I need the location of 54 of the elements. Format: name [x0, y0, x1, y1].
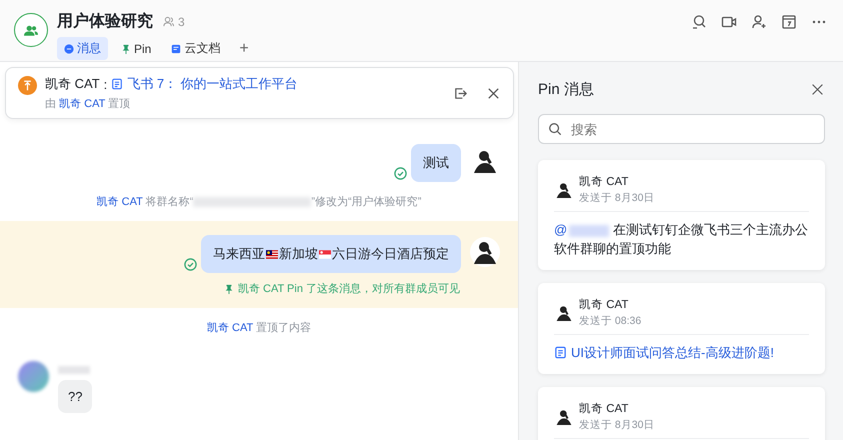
tab[interactable]: 云文档: [164, 37, 228, 60]
sender-name: 凯奇 CAT: [579, 402, 630, 416]
document-link[interactable]: UI设计师面试问答总结-高级进阶题!: [571, 343, 774, 362]
pinned-banner[interactable]: 凯奇 CAT : 飞书 7： 你的一站式工作平台 由 凯奇 CAT 置顶: [5, 67, 514, 119]
panel-title: Pin 消息: [538, 80, 594, 99]
sender-name: 凯奇 CAT: [579, 174, 630, 189]
close-icon[interactable]: [486, 86, 501, 100]
pin-badge-icon: [18, 76, 37, 95]
members-icon: [163, 16, 174, 27]
close-icon[interactable]: [811, 83, 824, 96]
system-notice: 凯奇 CAT 置顶了内容: [206, 320, 312, 335]
search-icon[interactable]: [691, 14, 707, 30]
flag-icon: [266, 250, 278, 258]
group-title: 用户体验研究: [57, 11, 153, 32]
document-link[interactable]: 飞书 7： 你的一站式工作平台: [127, 75, 298, 93]
send-time: 发送于 08:36: [579, 314, 642, 328]
send-time: 发送于 8月30日: [579, 418, 654, 432]
chat-bubble-icon: [64, 44, 74, 54]
document-icon: [111, 78, 124, 90]
pin-card[interactable]: 凯奇 CAT 发送于 8月30日 @ 在测试钉钉企微飞书三个主流办公软件群聊的置顶功能: [538, 160, 825, 270]
member-count: 3: [178, 14, 185, 28]
pin-notice: 凯奇 CAT Pin 了这条消息，对所有群成员可见: [238, 282, 460, 296]
tab[interactable]: 消息: [57, 37, 108, 60]
flag-icon: [319, 250, 331, 258]
message-text: 新加坡: [279, 245, 318, 263]
document-icon: [554, 346, 567, 359]
tab[interactable]: Pin: [114, 38, 158, 58]
sender-name: 凯奇 CAT: [579, 298, 630, 312]
message-text: 六日游今日酒店预定: [332, 245, 449, 263]
calendar-icon[interactable]: [781, 14, 797, 30]
message-text: 马来西亚: [213, 245, 265, 263]
pin-card[interactable]: 凯奇 CAT 发送于 8月30日: [538, 387, 825, 440]
send-time: 发送于 8月30日: [579, 191, 654, 205]
pinned-by-text: 由 凯奇 CAT 置顶: [45, 97, 132, 111]
person-avatar: [470, 237, 500, 267]
blurred-avatar: [18, 361, 49, 392]
jump-to-icon[interactable]: [453, 86, 468, 100]
add-tab-button[interactable]: +: [233, 40, 255, 58]
system-notice: 凯奇 CAT 将群名称“ ”修改为“用户体验研究”: [96, 194, 422, 209]
pin-icon: [224, 284, 234, 294]
video-camera-icon[interactable]: [721, 14, 737, 30]
pin-icon: [121, 44, 131, 54]
message-text: 测试: [423, 154, 449, 172]
pin-card[interactable]: 凯奇 CAT 发送于 08:36 UI设计师面试问答总结-高级进阶题!: [538, 283, 825, 374]
pin-sender: 凯奇 CAT: [45, 75, 100, 93]
message-bubble: ??: [58, 380, 92, 413]
pin-message-text: @ 在测试钉钉企微飞书三个主流办公软件群聊的置顶功能: [554, 221, 809, 258]
search-field[interactable]: 搜索: [538, 114, 825, 144]
add-member-icon[interactable]: [751, 14, 767, 30]
document-icon: [171, 44, 182, 54]
blurred-name: [58, 366, 90, 374]
search-icon: [548, 122, 562, 136]
separator: :: [104, 76, 108, 92]
people-icon: [24, 24, 38, 36]
